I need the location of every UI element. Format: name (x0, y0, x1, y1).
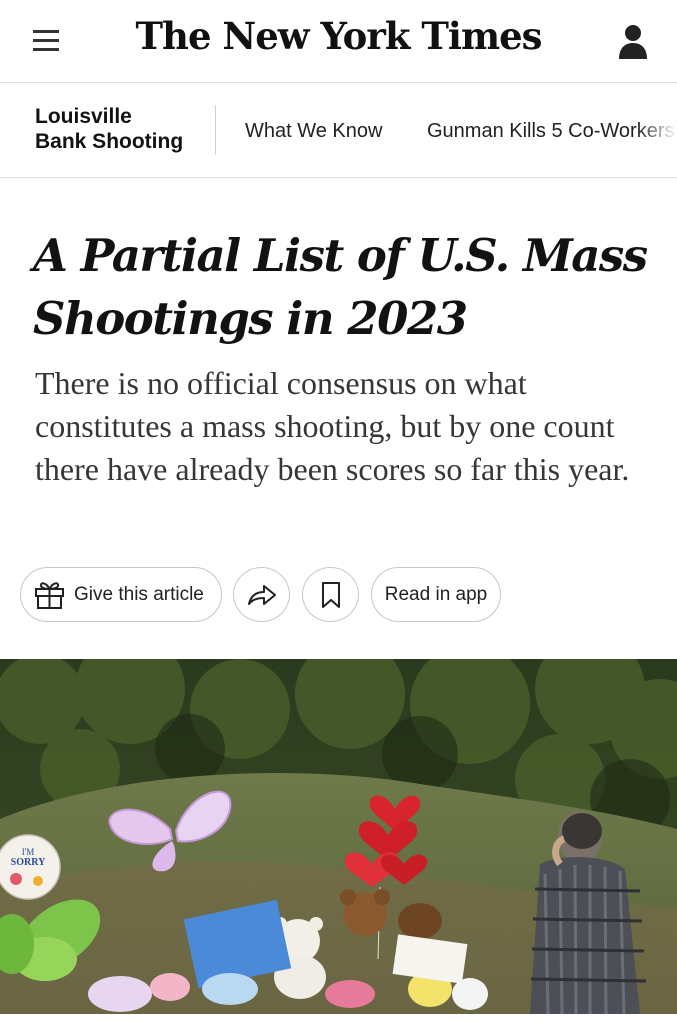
story-title-line1: Louisville (35, 105, 132, 128)
give-article-button[interactable]: Give this article (20, 567, 222, 622)
subnav-link-what-we-know[interactable]: What We Know (245, 120, 382, 143)
gift-icon (35, 582, 64, 609)
memorial-sorry-balloon: I'M SORRY (0, 834, 61, 900)
give-article-label: Give this article (74, 583, 204, 605)
subnav-divider (215, 105, 216, 155)
subnav-fade (637, 83, 677, 177)
bookmark-button[interactable] (302, 567, 359, 622)
story-title[interactable]: Louisville Bank Shooting (35, 104, 183, 154)
bookmark-icon (321, 581, 340, 608)
balloon-text-line1: I'M (22, 847, 35, 857)
share-button[interactable] (233, 567, 290, 622)
article-lead-photo: I'M SORRY (0, 659, 677, 1014)
top-bar: The New York Times (0, 0, 677, 83)
story-subnav: Louisville Bank Shooting What We Know Gu… (0, 83, 677, 178)
balloon-text-line2: SORRY (11, 857, 46, 868)
nyt-logo[interactable]: The New York Times (0, 14, 677, 58)
share-icon (247, 584, 276, 605)
article-headline: A Partial List of U.S. Mass Shootings in… (33, 229, 648, 345)
read-in-app-button[interactable]: Read in app (371, 567, 501, 622)
article-summary: There is no official consensus on what c… (35, 365, 630, 487)
story-title-line2: Bank Shooting (35, 130, 184, 153)
read-in-app-label: Read in app (384, 583, 488, 605)
account-icon[interactable] (618, 24, 648, 60)
